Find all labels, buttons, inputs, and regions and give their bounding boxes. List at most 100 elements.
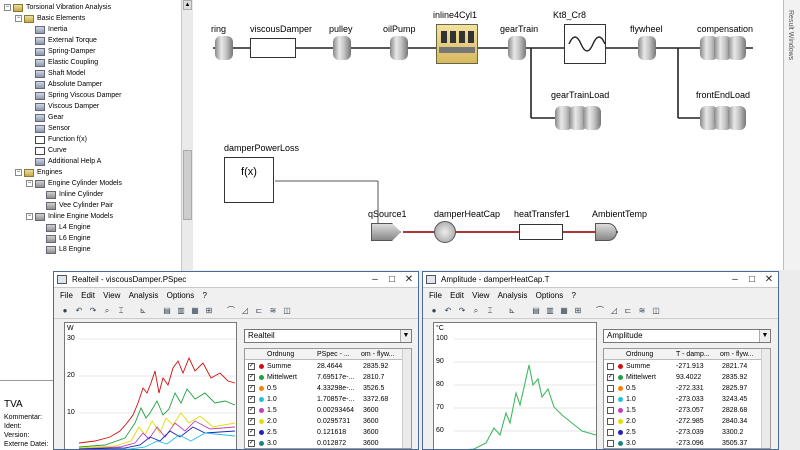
row-checkbox[interactable]: ✓ (248, 429, 255, 436)
menu-options[interactable]: Options (167, 291, 195, 300)
record-icon[interactable]: ● (60, 306, 70, 316)
col-value[interactable]: T - damp... (676, 349, 710, 360)
row-checkbox[interactable]: ✓ (248, 396, 255, 403)
plot-waterfall-icon[interactable]: ≋ (637, 306, 647, 316)
menu-help[interactable]: ? (571, 291, 575, 300)
table-scrollbar[interactable] (402, 349, 411, 448)
tree-item[interactable]: Shaft Model (26, 68, 85, 79)
expand-toggle-icon[interactable]: − (15, 15, 22, 22)
model-diagram-canvas[interactable]: ring viscousDamper pulley oilPump inline… (193, 0, 783, 270)
bars-icon[interactable]: ▤ (531, 306, 541, 316)
row-checkbox[interactable]: ✓ (248, 407, 255, 414)
tree-item[interactable]: − Basic Elements (15, 13, 85, 24)
table-row[interactable]: ✓ 3.0 0.012872 3600 (245, 438, 411, 448)
window-titlebar[interactable]: Realteil - viscousDamper.PSpec – □ ✕ (54, 272, 418, 288)
tree-item[interactable]: Gear (26, 112, 64, 123)
cursor-icon[interactable]: ⌶ (116, 306, 126, 316)
tree-item[interactable]: Inertia (26, 24, 67, 35)
amplitude-plot-window[interactable]: Amplitude - damperHeatCap.T – □ ✕ File E… (422, 271, 779, 450)
heat-transfer-icon[interactable] (519, 224, 563, 240)
row-checkbox[interactable]: ✓ (248, 385, 255, 392)
redo-icon[interactable]: ↷ (88, 306, 98, 316)
menu-view[interactable]: View (103, 291, 120, 300)
menu-file[interactable]: File (429, 291, 442, 300)
order-table[interactable]: Ordnung T - damp... om - flyw... Summe -2… (603, 348, 771, 449)
tree-item[interactable]: L6 Engine (37, 233, 91, 244)
gear-train-icon[interactable] (508, 36, 526, 60)
bars-icon[interactable]: ▤ (162, 306, 172, 316)
bars2-icon[interactable]: ▥ (176, 306, 186, 316)
menu-file[interactable]: File (60, 291, 73, 300)
row-checkbox[interactable] (607, 385, 614, 392)
table-row[interactable]: 3.0 -273.096 3505.37 (604, 438, 770, 448)
tree-item[interactable]: − Engines (15, 167, 62, 178)
expand-toggle-icon[interactable]: − (4, 4, 11, 11)
table-row[interactable]: 2.5 -273.039 3300.2 (604, 427, 770, 438)
chevron-down-icon[interactable]: ▼ (759, 330, 770, 342)
order-table[interactable]: Ordnung PSpec - ... om - flyw... ✓ Summe 2… (244, 348, 412, 449)
plot-area-icon[interactable]: ◿ (240, 306, 250, 316)
scale-icon[interactable]: ⊞ (573, 306, 583, 316)
expand-toggle-icon[interactable]: − (26, 213, 33, 220)
table-row[interactable]: ✓ 1.0 1.70857e-... 3372.68 (245, 394, 411, 405)
tree-item[interactable]: Inline Cylinder (37, 189, 103, 200)
tree-item[interactable]: Function f(x) (26, 134, 87, 145)
tree-item[interactable]: External Torque (26, 35, 97, 46)
menu-edit[interactable]: Edit (450, 291, 464, 300)
row-checkbox[interactable] (607, 407, 614, 414)
menu-options[interactable]: Options (536, 291, 564, 300)
grid-icon[interactable]: ▦ (190, 306, 200, 316)
tree-item[interactable]: Curve (26, 145, 67, 156)
table-row[interactable]: ✓ Mittelwert 93.4022 2835.92 (604, 372, 770, 383)
plot-area-icon[interactable]: ◿ (609, 306, 619, 316)
tree-item[interactable]: L8 Engine (37, 244, 91, 255)
maximize-icon[interactable]: □ (745, 273, 759, 286)
row-checkbox[interactable] (607, 440, 614, 447)
window-titlebar[interactable]: Amplitude - damperHeatCap.T – □ ✕ (423, 272, 778, 288)
table-row[interactable]: ✓ Summe 28.4644 2835.92 (245, 361, 411, 372)
row-checkbox[interactable] (607, 429, 614, 436)
col-speed[interactable]: om - flyw... (361, 349, 394, 360)
table-row[interactable]: ✓ 2.0 0.0295731 3600 (245, 416, 411, 427)
menu-help[interactable]: ? (202, 291, 206, 300)
row-checkbox[interactable]: ✓ (248, 374, 255, 381)
amplitude-plot[interactable]: °C 100 90 80 70 60 (433, 322, 597, 449)
tree-item[interactable]: Spring-Damper (26, 46, 95, 57)
tree-item[interactable]: Spring Viscous Damper (26, 90, 121, 101)
expand-toggle-icon[interactable]: − (15, 169, 22, 176)
function-block[interactable]: f(x) (224, 157, 274, 203)
result-windows-tab[interactable]: Result Windows (787, 10, 794, 60)
close-icon[interactable]: ✕ (762, 273, 776, 286)
cursor-icon[interactable]: ⌶ (485, 306, 495, 316)
redo-icon[interactable]: ↷ (457, 306, 467, 316)
tree-item[interactable]: Vee Cylinder Pair (37, 200, 113, 211)
bars2-icon[interactable]: ▥ (545, 306, 555, 316)
row-checkbox[interactable]: ✓ (248, 440, 255, 447)
spectrum-plot[interactable]: W 30 20 10 (64, 322, 237, 449)
scroll-thumb[interactable] (183, 150, 192, 220)
plot-3d-icon[interactable]: ◫ (282, 306, 292, 316)
pulley-icon[interactable] (333, 36, 351, 60)
tree-item[interactable]: Elastic Coupling (26, 57, 98, 68)
oil-pump-icon[interactable] (390, 36, 408, 60)
col-ordnung[interactable]: Ordnung (626, 349, 653, 360)
expand-toggle-icon[interactable]: − (26, 180, 33, 187)
row-checkbox[interactable]: ✓ (248, 363, 255, 370)
table-row[interactable]: ✓ 2.5 0.121618 3600 (245, 427, 411, 438)
maximize-icon[interactable]: □ (385, 273, 399, 286)
col-speed[interactable]: om - flyw... (720, 349, 753, 360)
tree-item[interactable]: − Inline Engine Models (26, 211, 113, 222)
table-row[interactable]: 2.0 -272.985 2840.34 (604, 416, 770, 427)
ring-inertia-icon[interactable] (215, 36, 233, 60)
plot-line-icon[interactable]: ⌒ (595, 306, 605, 316)
tree-item[interactable]: Viscous Damper (26, 101, 99, 112)
menu-analysis[interactable]: Analysis (498, 291, 528, 300)
row-checkbox[interactable] (607, 396, 614, 403)
tree-item[interactable]: Absolute Damper (26, 79, 102, 90)
compensation-icon[interactable] (700, 36, 746, 60)
realteil-plot-window[interactable]: Realteil - viscousDamper.PSpec – □ ✕ Fil… (53, 271, 419, 450)
plot-waterfall-icon[interactable]: ≋ (268, 306, 278, 316)
tree-item[interactable]: Additional Help A (26, 156, 101, 167)
row-checkbox[interactable] (607, 363, 614, 370)
table-scrollbar[interactable] (761, 349, 770, 448)
